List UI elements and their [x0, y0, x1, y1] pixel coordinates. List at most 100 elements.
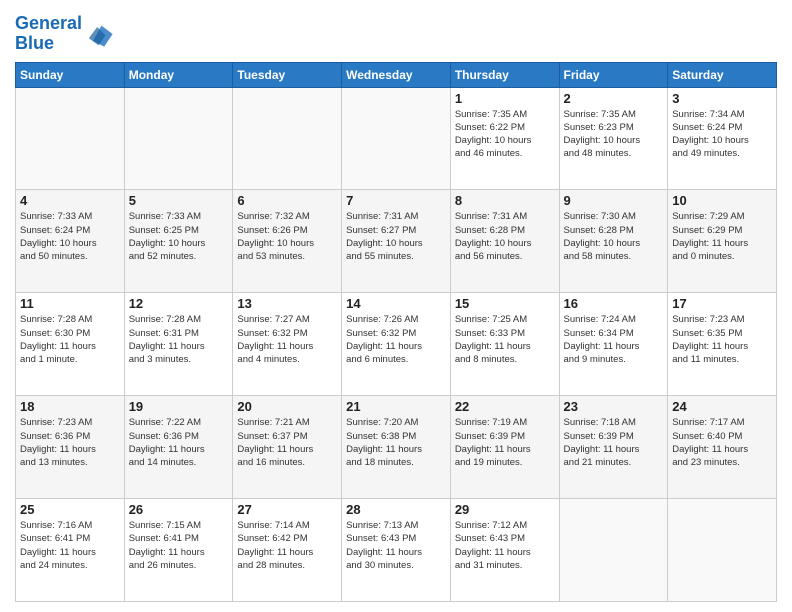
weekday-header-wednesday: Wednesday — [342, 62, 451, 87]
calendar-cell: 23 Sunrise: 7:18 AM Sunset: 6:39 PM Dayli… — [559, 396, 668, 499]
day-info: Sunrise: 7:21 AM Sunset: 6:37 PM Dayligh… — [237, 416, 337, 469]
day-info: Sunrise: 7:31 AM Sunset: 6:28 PM Dayligh… — [455, 210, 555, 263]
day-number: 19 — [129, 399, 229, 414]
calendar-cell: 7 Sunrise: 7:31 AM Sunset: 6:27 PM Daylig… — [342, 190, 451, 293]
calendar-cell: 21 Sunrise: 7:20 AM Sunset: 6:38 PM Dayli… — [342, 396, 451, 499]
calendar-cell: 19 Sunrise: 7:22 AM Sunset: 6:36 PM Dayli… — [124, 396, 233, 499]
day-info: Sunrise: 7:12 AM Sunset: 6:43 PM Dayligh… — [455, 519, 555, 572]
day-info: Sunrise: 7:31 AM Sunset: 6:27 PM Dayligh… — [346, 210, 446, 263]
weekday-header-row: SundayMondayTuesdayWednesdayThursdayFrid… — [16, 62, 777, 87]
day-info: Sunrise: 7:28 AM Sunset: 6:31 PM Dayligh… — [129, 313, 229, 366]
weekday-header-thursday: Thursday — [450, 62, 559, 87]
day-info: Sunrise: 7:13 AM Sunset: 6:43 PM Dayligh… — [346, 519, 446, 572]
day-number: 7 — [346, 193, 446, 208]
day-info: Sunrise: 7:23 AM Sunset: 6:36 PM Dayligh… — [20, 416, 120, 469]
day-number: 28 — [346, 502, 446, 517]
weekday-header-saturday: Saturday — [668, 62, 777, 87]
calendar-cell: 24 Sunrise: 7:17 AM Sunset: 6:40 PM Dayli… — [668, 396, 777, 499]
day-number: 16 — [564, 296, 664, 311]
calendar-cell: 22Sunrise: 7:19 AM Sunset: 6:39 PM Dayli… — [450, 396, 559, 499]
calendar-cell: 13Sunrise: 7:27 AM Sunset: 6:32 PM Dayli… — [233, 293, 342, 396]
day-number: 2 — [564, 91, 664, 106]
day-number: 14 — [346, 296, 446, 311]
calendar-cell: 12 Sunrise: 7:28 AM Sunset: 6:31 PM Dayli… — [124, 293, 233, 396]
calendar-cell: 27 Sunrise: 7:14 AM Sunset: 6:42 PM Dayli… — [233, 499, 342, 602]
calendar-cell — [342, 87, 451, 190]
calendar-cell: 14 Sunrise: 7:26 AM Sunset: 6:32 PM Dayli… — [342, 293, 451, 396]
calendar-cell — [124, 87, 233, 190]
calendar-cell: 17 Sunrise: 7:23 AM Sunset: 6:35 PM Dayli… — [668, 293, 777, 396]
day-number: 26 — [129, 502, 229, 517]
day-info: Sunrise: 7:34 AM Sunset: 6:24 PM Dayligh… — [672, 108, 772, 161]
day-number: 9 — [564, 193, 664, 208]
calendar-cell: 29 Sunrise: 7:12 AM Sunset: 6:43 PM Dayli… — [450, 499, 559, 602]
day-number: 10 — [672, 193, 772, 208]
weekday-header-monday: Monday — [124, 62, 233, 87]
day-number: 23 — [564, 399, 664, 414]
calendar-cell: 20 Sunrise: 7:21 AM Sunset: 6:37 PM Dayli… — [233, 396, 342, 499]
day-number: 1 — [455, 91, 555, 106]
day-info: Sunrise: 7:18 AM Sunset: 6:39 PM Dayligh… — [564, 416, 664, 469]
day-number: 27 — [237, 502, 337, 517]
day-number: 17 — [672, 296, 772, 311]
calendar-cell: 10 Sunrise: 7:29 AM Sunset: 6:29 PM Dayli… — [668, 190, 777, 293]
day-info: Sunrise: 7:35 AM Sunset: 6:22 PM Dayligh… — [455, 108, 555, 161]
day-number: 8 — [455, 193, 555, 208]
calendar-table: SundayMondayTuesdayWednesdayThursdayFrid… — [15, 62, 777, 602]
day-number: 3 — [672, 91, 772, 106]
day-info: Sunrise: 7:20 AM Sunset: 6:38 PM Dayligh… — [346, 416, 446, 469]
calendar-week-4: 18 Sunrise: 7:23 AM Sunset: 6:36 PM Dayli… — [16, 396, 777, 499]
day-info: Sunrise: 7:24 AM Sunset: 6:34 PM Dayligh… — [564, 313, 664, 366]
day-number: 6 — [237, 193, 337, 208]
calendar-cell: 2Sunrise: 7:35 AM Sunset: 6:23 PM Daylig… — [559, 87, 668, 190]
day-info: Sunrise: 7:30 AM Sunset: 6:28 PM Dayligh… — [564, 210, 664, 263]
day-info: Sunrise: 7:32 AM Sunset: 6:26 PM Dayligh… — [237, 210, 337, 263]
calendar-cell: 9 Sunrise: 7:30 AM Sunset: 6:28 PM Daylig… — [559, 190, 668, 293]
day-number: 20 — [237, 399, 337, 414]
day-number: 24 — [672, 399, 772, 414]
calendar-cell: 6 Sunrise: 7:32 AM Sunset: 6:26 PM Daylig… — [233, 190, 342, 293]
day-info: Sunrise: 7:14 AM Sunset: 6:42 PM Dayligh… — [237, 519, 337, 572]
day-number: 18 — [20, 399, 120, 414]
day-info: Sunrise: 7:27 AM Sunset: 6:32 PM Dayligh… — [237, 313, 337, 366]
calendar-week-3: 11Sunrise: 7:28 AM Sunset: 6:30 PM Dayli… — [16, 293, 777, 396]
day-number: 15 — [455, 296, 555, 311]
calendar-cell: 5Sunrise: 7:33 AM Sunset: 6:25 PM Daylig… — [124, 190, 233, 293]
header: General Blue — [15, 10, 777, 54]
day-info: Sunrise: 7:33 AM Sunset: 6:24 PM Dayligh… — [20, 210, 120, 263]
calendar-cell — [559, 499, 668, 602]
logo-general: General — [15, 13, 82, 33]
day-info: Sunrise: 7:23 AM Sunset: 6:35 PM Dayligh… — [672, 313, 772, 366]
calendar-cell — [233, 87, 342, 190]
calendar-cell: 16 Sunrise: 7:24 AM Sunset: 6:34 PM Dayli… — [559, 293, 668, 396]
day-info: Sunrise: 7:15 AM Sunset: 6:41 PM Dayligh… — [129, 519, 229, 572]
logo: General Blue — [15, 14, 114, 54]
calendar-cell: 26 Sunrise: 7:15 AM Sunset: 6:41 PM Dayli… — [124, 499, 233, 602]
day-number: 29 — [455, 502, 555, 517]
day-number: 22 — [455, 399, 555, 414]
calendar-week-5: 25Sunrise: 7:16 AM Sunset: 6:41 PM Dayli… — [16, 499, 777, 602]
calendar-week-1: 1 Sunrise: 7:35 AM Sunset: 6:22 PM Daylig… — [16, 87, 777, 190]
logo-icon — [86, 20, 114, 48]
calendar-cell: 1 Sunrise: 7:35 AM Sunset: 6:22 PM Daylig… — [450, 87, 559, 190]
day-info: Sunrise: 7:28 AM Sunset: 6:30 PM Dayligh… — [20, 313, 120, 366]
day-info: Sunrise: 7:22 AM Sunset: 6:36 PM Dayligh… — [129, 416, 229, 469]
day-info: Sunrise: 7:29 AM Sunset: 6:29 PM Dayligh… — [672, 210, 772, 263]
calendar-cell — [16, 87, 125, 190]
calendar-cell: 18 Sunrise: 7:23 AM Sunset: 6:36 PM Dayli… — [16, 396, 125, 499]
calendar-cell: 25Sunrise: 7:16 AM Sunset: 6:41 PM Dayli… — [16, 499, 125, 602]
day-number: 4 — [20, 193, 120, 208]
calendar-cell: 4 Sunrise: 7:33 AM Sunset: 6:24 PM Daylig… — [16, 190, 125, 293]
day-info: Sunrise: 7:25 AM Sunset: 6:33 PM Dayligh… — [455, 313, 555, 366]
day-info: Sunrise: 7:26 AM Sunset: 6:32 PM Dayligh… — [346, 313, 446, 366]
page: General Blue SundayMondayTuesdayWednesda… — [0, 0, 792, 612]
day-number: 21 — [346, 399, 446, 414]
calendar-cell: 28 Sunrise: 7:13 AM Sunset: 6:43 PM Dayli… — [342, 499, 451, 602]
logo-text: General — [15, 14, 82, 34]
calendar-cell: 15 Sunrise: 7:25 AM Sunset: 6:33 PM Dayli… — [450, 293, 559, 396]
calendar-cell: 11Sunrise: 7:28 AM Sunset: 6:30 PM Dayli… — [16, 293, 125, 396]
day-number: 12 — [129, 296, 229, 311]
calendar-week-2: 4 Sunrise: 7:33 AM Sunset: 6:24 PM Daylig… — [16, 190, 777, 293]
day-info: Sunrise: 7:17 AM Sunset: 6:40 PM Dayligh… — [672, 416, 772, 469]
weekday-header-tuesday: Tuesday — [233, 62, 342, 87]
